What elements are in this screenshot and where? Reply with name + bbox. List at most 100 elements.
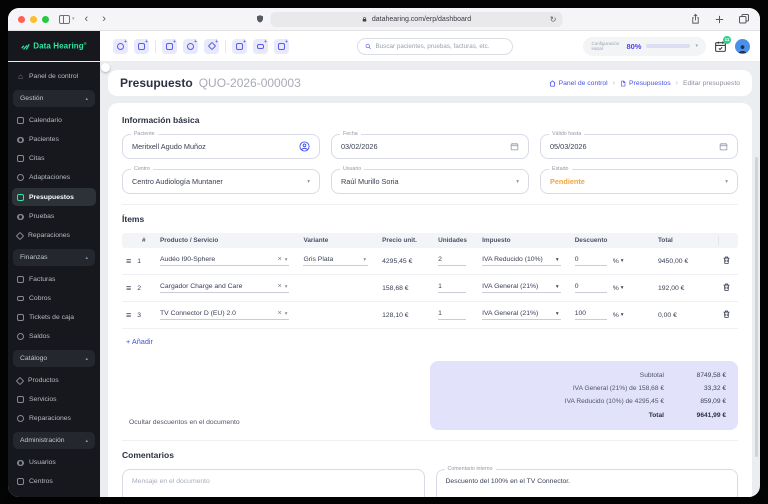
sidebar-item-reparaciones[interactable]: Reparaciones — [8, 226, 100, 245]
new-appointment-button[interactable]: + — [134, 38, 149, 54]
product-select[interactable]: Audéo I90-Sphere × ▾ — [160, 256, 290, 266]
drag-handle-icon[interactable]: ≡ — [126, 283, 131, 293]
address-bar[interactable]: datahearing.com/erp/dashboard ↻ — [270, 11, 563, 27]
paciente-field[interactable]: Paciente Meritxell Agudo Muñoz — [122, 131, 320, 159]
sidebar-item-reparaciones-catalogo[interactable]: Reparaciones — [8, 409, 100, 428]
new-adaptation-button[interactable]: + — [183, 38, 198, 54]
centro-select[interactable]: Centro Centro Audiología Muntaner ▾ — [122, 166, 320, 194]
clear-icon[interactable]: × — [278, 310, 282, 317]
quote-code: QUO-2026-000003 — [198, 76, 301, 90]
close-window-button[interactable] — [18, 15, 25, 23]
tax-select[interactable]: IVA General (21%) ▾ — [482, 283, 561, 293]
internal-comment-textarea[interactable]: Comentario interno Descuento del 100% en… — [435, 465, 738, 497]
sidebar-item-productos[interactable]: Productos — [8, 371, 100, 390]
variant-select[interactable]: Gris Plata ▾ — [303, 256, 369, 266]
sidebar-item-panel-de-control[interactable]: ⌂ Panel de control — [8, 67, 100, 86]
new-patient-button[interactable]: + — [113, 38, 128, 54]
discount-input[interactable]: 0 — [574, 256, 607, 266]
tax-select[interactable]: IVA Reducido (10%) ▾ — [482, 256, 561, 266]
forward-button[interactable]: › — [102, 13, 106, 25]
new-invoice-button[interactable]: + — [232, 38, 247, 54]
sidebar-section-finanzas[interactable]: Finanzas ▴ — [13, 249, 95, 266]
product-select[interactable]: Cargador Charge and Care × ▾ — [160, 283, 290, 293]
clear-icon[interactable]: × — [278, 256, 282, 263]
tab-overview-icon[interactable] — [738, 13, 750, 25]
sidebar-section-administracion[interactable]: Administración ▴ — [13, 432, 95, 449]
setup-progress[interactable]: Configuración inicial 80% ▾ — [583, 36, 706, 56]
units-input[interactable]: 1 — [438, 310, 467, 320]
units-input[interactable]: 2 — [438, 256, 467, 266]
app-header: Data Hearing® + + + + + + + + Configurac… — [8, 31, 760, 62]
global-search[interactable] — [357, 37, 513, 55]
breadcrumb-panel-de-control[interactable]: Panel de control — [549, 80, 608, 87]
patient-profile-icon[interactable] — [299, 141, 310, 152]
plus-icon: + — [173, 38, 176, 45]
sidebar-item-cobros[interactable]: Cobros — [8, 289, 100, 308]
status-badge: Pendiente — [550, 177, 585, 186]
chevron-down-icon: ▾ — [555, 256, 559, 263]
sidebar-item-saldos[interactable]: Saldos — [8, 327, 100, 346]
line-total: 0,00 € — [657, 311, 677, 319]
clear-icon[interactable]: × — [278, 283, 282, 290]
refresh-icon[interactable]: ↻ — [550, 15, 557, 24]
tax-select[interactable]: IVA General (21%) ▾ — [482, 310, 561, 320]
new-tab-icon[interactable] — [714, 14, 725, 25]
valido-hasta-field[interactable]: Válido hasta 05/03/2026 — [540, 131, 738, 159]
fecha-field[interactable]: Fecha 03/02/2026 — [331, 131, 529, 159]
product-select[interactable]: TV Connector D (EU) 2.0 × ▾ — [160, 310, 290, 320]
sidebar-item-usuarios[interactable]: Usuarios — [8, 453, 100, 472]
sidebar-item-pruebas[interactable]: Pruebas — [8, 207, 100, 226]
estado-select[interactable]: Estado Pendiente ▾ — [540, 166, 738, 194]
home-icon — [549, 79, 555, 86]
shield-icon[interactable] — [256, 14, 265, 24]
discount-input[interactable]: 0 — [574, 283, 607, 293]
new-quote-button[interactable]: + — [162, 38, 177, 54]
sidebar-item-adaptaciones[interactable]: Adaptaciones — [8, 168, 100, 187]
discount-input[interactable]: 100 — [574, 310, 607, 320]
sidebar-item-facturas[interactable]: Facturas — [8, 270, 100, 289]
share-icon[interactable] — [690, 13, 701, 25]
document-message-textarea[interactable]: Mensaje en el documento — [122, 468, 425, 497]
summary-label: IVA Reducido (10%) de 4295,45 € — [564, 398, 664, 406]
discount-unit-select[interactable]: % ▾ — [613, 312, 624, 319]
zoom-window-button[interactable] — [42, 15, 49, 23]
setup-progress-percent: 80% — [626, 41, 642, 51]
sidebar-section-gestion[interactable]: Gestión ▴ — [13, 90, 95, 107]
new-payment-button[interactable]: + — [253, 38, 268, 54]
trash-icon[interactable] — [722, 255, 731, 265]
discount-unit-select[interactable]: % ▾ — [613, 285, 624, 292]
add-item-button[interactable]: + Añadir — [126, 337, 153, 346]
sidebar-item-tickets-de-caja[interactable]: Tickets de caja — [8, 308, 100, 327]
coin-icon — [17, 333, 24, 340]
search-input[interactable] — [375, 42, 505, 50]
sidebar-item-pacientes[interactable]: Pacientes — [8, 130, 100, 149]
back-button[interactable]: ‹ — [85, 13, 89, 25]
sidebar-item-calendario[interactable]: Calendario — [8, 111, 100, 130]
hide-discounts-toggle[interactable]: Ocultar descuentos en el documento — [101, 63, 240, 426]
plus-icon: + — [145, 38, 148, 45]
sidebar-item-centros[interactable]: Centros — [8, 472, 100, 491]
new-test-button[interactable]: + — [204, 38, 219, 54]
user-avatar[interactable] — [735, 38, 750, 54]
sidebar-item-servicios[interactable]: Servicios — [8, 390, 100, 409]
notifications-button[interactable]: 11 — [714, 35, 731, 53]
sidebar-item-citas[interactable]: Citas — [8, 149, 100, 168]
new-ticket-button[interactable]: + — [274, 38, 289, 54]
drag-handle-icon[interactable]: ≡ — [126, 256, 131, 266]
breadcrumb-presupuestos[interactable]: Presupuestos — [620, 80, 671, 87]
sidebar-toggle-icon[interactable] — [59, 14, 70, 24]
trash-icon[interactable] — [722, 309, 731, 319]
sidebar-item-presupuestos[interactable]: Presupuestos — [12, 188, 96, 206]
units-input[interactable]: 1 — [438, 283, 467, 293]
usuario-select[interactable]: Usuario Raúl Murillo Soria ▾ — [331, 166, 529, 194]
discount-unit-select[interactable]: % ▾ — [613, 258, 624, 265]
sidebar-section-catalogo[interactable]: Catálogo ▴ — [13, 350, 95, 367]
calendar-icon[interactable] — [510, 142, 519, 151]
chevron-down-icon[interactable]: ▾ — [72, 16, 75, 22]
calendar-icon[interactable] — [719, 142, 728, 151]
drag-handle-icon[interactable]: ≡ — [126, 310, 131, 320]
minimize-window-button[interactable] — [30, 15, 37, 23]
trash-icon[interactable] — [722, 282, 731, 292]
brand-logo[interactable]: Data Hearing® — [8, 31, 100, 61]
scrollbar[interactable] — [755, 157, 758, 457]
